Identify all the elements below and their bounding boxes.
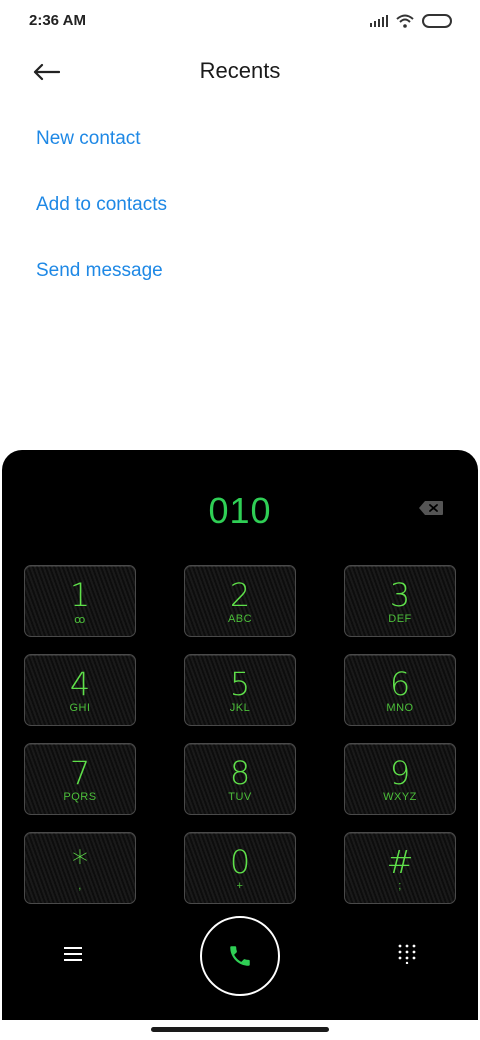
key-letters: + bbox=[236, 880, 244, 892]
key-digit: 2 bbox=[229, 576, 251, 614]
key-2[interactable]: 2 ABC bbox=[184, 565, 296, 637]
key-letters: JKL bbox=[229, 702, 251, 714]
key-letters: MNO bbox=[386, 702, 414, 714]
key-letters: DEF bbox=[388, 613, 412, 625]
key-1[interactable]: 1 ꝏ bbox=[24, 565, 136, 637]
key-letters: PQRS bbox=[63, 791, 97, 803]
backspace-icon[interactable] bbox=[418, 500, 444, 516]
send-message-link[interactable]: Send message bbox=[36, 260, 163, 282]
call-button[interactable] bbox=[200, 916, 280, 996]
status-bar: 2:36 AM bbox=[0, 0, 480, 44]
key-4[interactable]: 4 GHI bbox=[24, 654, 136, 726]
signal-icon bbox=[370, 15, 388, 27]
key-letters: WXYZ bbox=[383, 791, 417, 803]
key-7[interactable]: 7 PQRS bbox=[24, 743, 136, 815]
menu-icon bbox=[64, 947, 82, 961]
menu-button[interactable] bbox=[53, 934, 93, 974]
key-digit: 1 bbox=[69, 576, 91, 614]
key-digit: 9 bbox=[389, 754, 411, 792]
dialed-number: 010 bbox=[208, 490, 272, 531]
key-6[interactable]: 6 MNO bbox=[344, 654, 456, 726]
key-0[interactable]: 0 + bbox=[184, 832, 296, 904]
key-5[interactable]: 5 JKL bbox=[184, 654, 296, 726]
key-digit: 6 bbox=[389, 665, 411, 703]
voicemail-icon: ꝏ bbox=[74, 614, 86, 626]
key-letters: , bbox=[78, 880, 82, 892]
dialer-panel: 010 1 ꝏ 2 ABC 3 DEF 4 GHI 5 JKL 6 MNO 7 … bbox=[2, 450, 478, 1020]
new-contact-link[interactable]: New contact bbox=[36, 128, 141, 150]
key-letters: ABC bbox=[227, 613, 253, 625]
status-time: 2:36 AM bbox=[29, 12, 86, 29]
key-digit: # bbox=[386, 843, 414, 881]
status-icons bbox=[370, 12, 452, 30]
key-9[interactable]: 9 WXYZ bbox=[344, 743, 456, 815]
key-star[interactable]: * , bbox=[24, 832, 136, 904]
key-digit: 8 bbox=[229, 754, 251, 792]
key-8[interactable]: 8 TUV bbox=[184, 743, 296, 815]
key-digit: * bbox=[72, 843, 88, 881]
key-letters: ; bbox=[398, 880, 402, 892]
home-indicator[interactable] bbox=[151, 1027, 329, 1032]
key-digit: 7 bbox=[69, 754, 91, 792]
dialpad-toggle-button[interactable] bbox=[387, 934, 427, 974]
phone-icon bbox=[230, 946, 250, 966]
key-hash[interactable]: # ; bbox=[344, 832, 456, 904]
key-letters: GHI bbox=[69, 702, 91, 714]
page-title: Recents bbox=[199, 58, 281, 83]
dialpad-icon bbox=[398, 944, 416, 964]
add-to-contacts-link[interactable]: Add to contacts bbox=[36, 194, 167, 216]
key-digit: 4 bbox=[69, 665, 91, 703]
key-letters: TUV bbox=[228, 791, 252, 803]
wifi-icon bbox=[396, 14, 414, 28]
battery-icon bbox=[422, 14, 452, 28]
key-digit: 0 bbox=[229, 843, 251, 881]
key-3[interactable]: 3 DEF bbox=[344, 565, 456, 637]
key-digit: 3 bbox=[389, 576, 411, 614]
key-digit: 5 bbox=[229, 665, 251, 703]
